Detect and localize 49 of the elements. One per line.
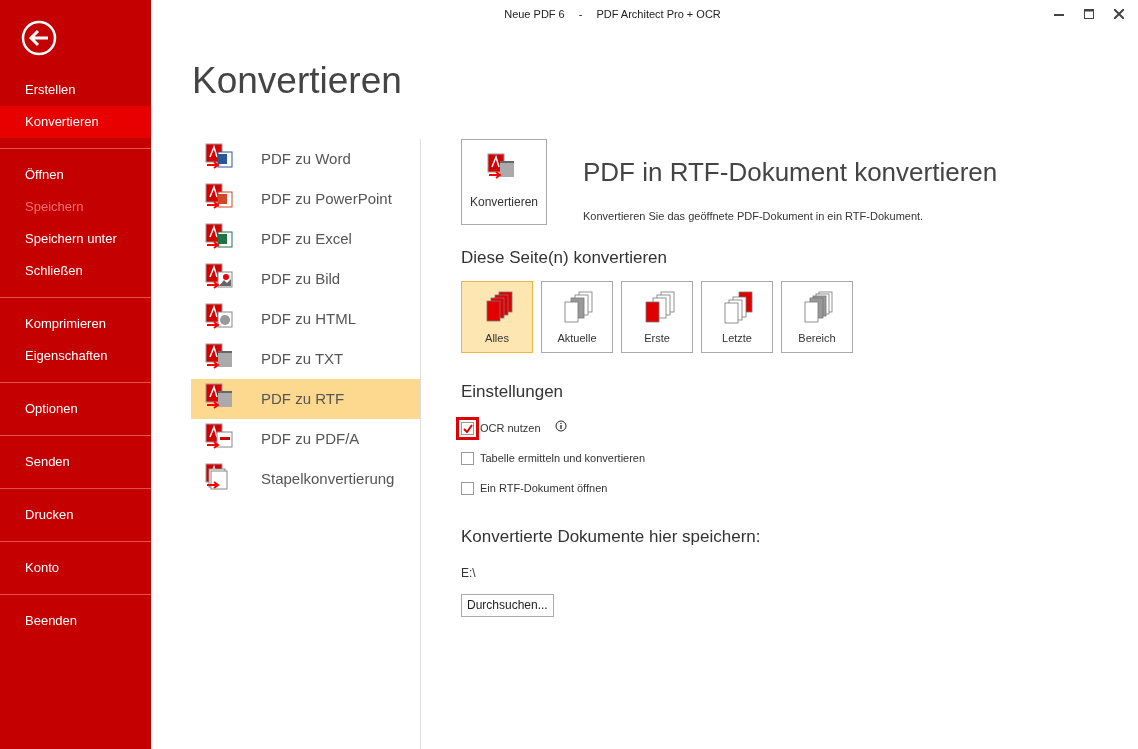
sidebar-item[interactable]: Komprimieren bbox=[0, 308, 151, 340]
conversion-item[interactable]: PDF zu Bild bbox=[191, 259, 420, 299]
title-separator: - bbox=[578, 6, 583, 22]
conversion-item[interactable]: PDF zu Word bbox=[191, 139, 420, 179]
conversion-item[interactable]: PDF zu Excel bbox=[191, 219, 420, 259]
section-heading: Einstellungen bbox=[461, 380, 565, 403]
page-range-button[interactable]: Erste bbox=[621, 280, 693, 353]
conversion-item[interactable]: PDF zu PowerPoint bbox=[191, 179, 420, 219]
section-heading: Konvertierte Dokumente hier speichern: bbox=[461, 526, 762, 548]
window-title: Neue PDF 6 bbox=[504, 6, 565, 22]
conversion-item[interactable]: PDF zu RTF bbox=[191, 379, 420, 419]
checkbox[interactable] bbox=[461, 481, 474, 495]
sidebar-item[interactable]: Optionen bbox=[0, 393, 151, 425]
section-heading: Diese Seite(n) konvertieren bbox=[461, 247, 668, 269]
page-title: Konvertieren bbox=[192, 62, 403, 99]
sidebar-item[interactable]: Drucken bbox=[0, 499, 151, 531]
checkbox-label: Tabelle ermitteln und konvertieren bbox=[480, 450, 646, 466]
back-icon[interactable] bbox=[21, 20, 57, 56]
conversion-item[interactable]: PDF zu TXT bbox=[191, 339, 420, 379]
sidebar-item[interactable]: Senden bbox=[0, 446, 151, 478]
detail-heading: PDF in RTF-Dokument konvertieren bbox=[583, 156, 998, 189]
maximize-icon[interactable] bbox=[1084, 9, 1094, 19]
checkbox[interactable] bbox=[461, 451, 474, 465]
info-icon[interactable] bbox=[554, 420, 567, 432]
detail-description: Konvertieren Sie das geöffnete PDF-Dokument in ein RTF-Dokument. bbox=[583, 209, 925, 224]
sidebar-item[interactable]: Speichern unter bbox=[0, 223, 151, 255]
convert-button[interactable]: Konvertieren bbox=[461, 139, 547, 225]
page-range-button[interactable]: Aktuelle bbox=[541, 280, 613, 353]
sidebar-item[interactable]: Öffnen bbox=[0, 159, 151, 191]
page-range-button[interactable]: Bereich bbox=[781, 280, 853, 353]
sidebar-item[interactable]: Eigenschaften bbox=[0, 340, 151, 372]
close-icon[interactable] bbox=[1114, 9, 1124, 19]
check-icon bbox=[462, 423, 473, 433]
conversion-item[interactable]: PDF zu HTML bbox=[191, 299, 420, 339]
checkbox-label: OCR nutzen bbox=[480, 420, 541, 436]
browse-button[interactable]: Durchsuchen... bbox=[461, 593, 554, 617]
conversion-item[interactable]: Stapelkonvertierung bbox=[191, 459, 420, 499]
sidebar-item[interactable]: Erstellen bbox=[0, 74, 151, 106]
page-range-button[interactable]: Letzte bbox=[701, 280, 773, 353]
sidebar-item[interactable]: Beenden bbox=[0, 605, 151, 637]
save-path: E:\ bbox=[461, 564, 477, 582]
checkbox[interactable] bbox=[461, 421, 474, 435]
app-name: PDF Architect Pro + OCR bbox=[596, 6, 721, 22]
sidebar-item[interactable]: Konvertieren bbox=[0, 106, 151, 138]
page-range-button[interactable]: Alles bbox=[461, 280, 533, 353]
conversion-item[interactable]: PDF zu PDF/A bbox=[191, 419, 420, 459]
sidebar-item[interactable]: Konto bbox=[0, 552, 151, 584]
sidebar-item[interactable]: Schließen bbox=[0, 255, 151, 287]
checkbox-label: Ein RTF-Dokument öffnen bbox=[480, 480, 608, 496]
